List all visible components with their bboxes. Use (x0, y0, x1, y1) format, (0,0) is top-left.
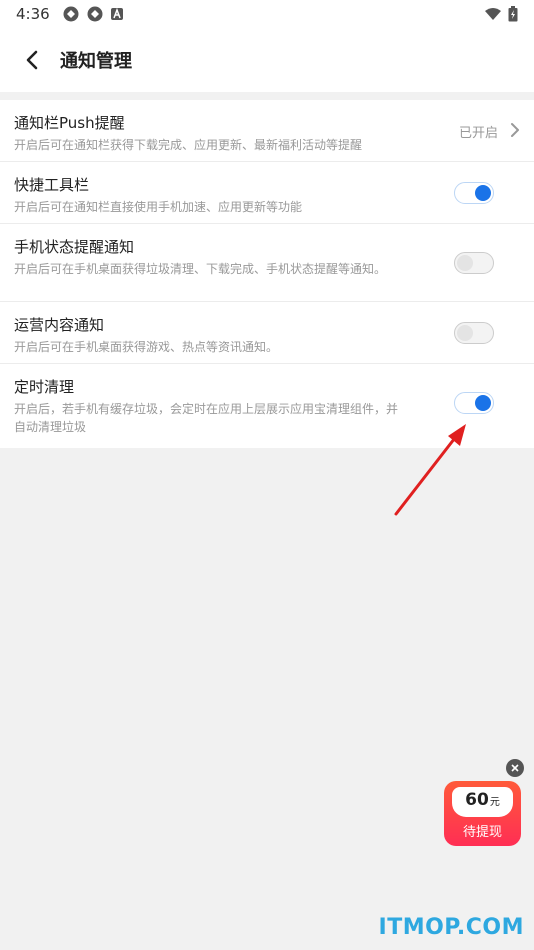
setting-title: 运营内容通知 (14, 316, 105, 334)
promo-close-button[interactable] (506, 759, 524, 777)
wifi-icon (485, 8, 501, 20)
status-bar: 4:36 (0, 0, 534, 28)
push-status-text: 已开启 (458, 126, 498, 141)
promo-label: 待提现 (462, 825, 502, 840)
scheduled-clean-toggle[interactable] (454, 392, 494, 414)
setting-title: 快捷工具栏 (14, 176, 90, 194)
phone-status-toggle[interactable] (454, 252, 494, 274)
promo-amount-box: 60 元 (452, 787, 513, 817)
setting-row-phone-status: 手机状态提醒通知 开启后可在手机桌面获得垃圾清理、下载完成、手机状态提醒等通知。 (0, 224, 534, 302)
status-time: 4:36 (16, 5, 50, 23)
status-right-icons (484, 6, 518, 22)
settings-list: 通知栏Push提醒 开启后可在通知栏获得下载完成、应用更新、最新福利活动等提醒 … (0, 100, 534, 448)
a-icon (110, 7, 123, 20)
app-icon (87, 6, 103, 22)
setting-desc: 开启后可在手机桌面获得垃圾清理、下载完成、手机状态提醒等通知。 (14, 262, 387, 276)
promo-unit: 元 (489, 797, 500, 808)
battery-icon (508, 6, 518, 22)
chevron-right-icon (511, 123, 519, 137)
setting-row-quick-toolbar: 快捷工具栏 开启后可在通知栏直接使用手机加速、应用更新等功能 (0, 162, 534, 224)
toggle-knob (475, 395, 491, 411)
status-left-icons (62, 5, 124, 23)
page-title: 通知管理 (60, 51, 132, 72)
back-button[interactable] (4, 28, 60, 92)
toggle-knob (475, 185, 491, 201)
setting-desc: 开启后可在通知栏直接使用手机加速、应用更新等功能 (14, 200, 303, 214)
setting-desc: 开启后可在通知栏获得下载完成、应用更新、最新福利活动等提醒 (14, 138, 363, 152)
quick-toolbar-toggle[interactable] (454, 182, 494, 204)
watermark: ITMOP.COM (378, 915, 524, 940)
setting-desc: 开启后可在手机桌面获得游戏、热点等资讯通知。 (14, 340, 279, 354)
operations-toggle[interactable] (454, 322, 494, 344)
toggle-knob (457, 325, 473, 341)
setting-row-operations: 运营内容通知 开启后可在手机桌面获得游戏、热点等资讯通知。 (0, 302, 534, 364)
setting-desc: 开启后，若手机有缓存垃圾，会定时在应用上层展示应用宝清理组件，并自动清理垃圾 (14, 402, 399, 434)
app-icon (63, 6, 79, 22)
toggle-knob (457, 255, 473, 271)
promo-badge[interactable]: 60 元 待提现 (444, 781, 521, 846)
setting-title: 通知栏Push提醒 (14, 114, 125, 132)
setting-title: 手机状态提醒通知 (14, 238, 135, 256)
promo-amount: 60 (465, 790, 489, 810)
setting-title: 定时清理 (14, 378, 75, 396)
title-bar: 通知管理 (0, 28, 534, 92)
setting-row-push[interactable]: 通知栏Push提醒 开启后可在通知栏获得下载完成、应用更新、最新福利活动等提醒 … (0, 100, 534, 162)
setting-row-scheduled-clean: 定时清理 开启后，若手机有缓存垃圾，会定时在应用上层展示应用宝清理组件，并自动清… (0, 364, 534, 448)
close-icon (511, 764, 519, 772)
back-arrow-icon (26, 50, 38, 70)
